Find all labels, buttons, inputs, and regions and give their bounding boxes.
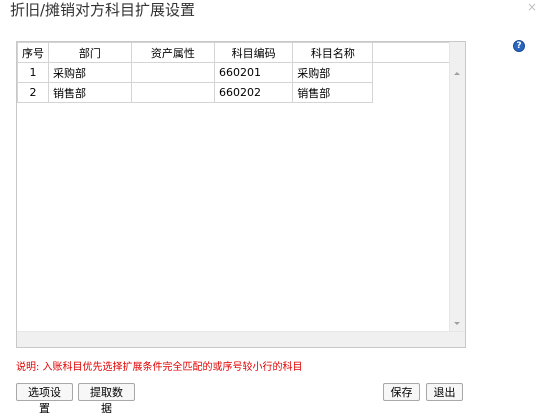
grid-header-row: 序号 部门 资产属性 科目编码 科目名称 [17, 42, 451, 63]
cell-code[interactable]: 660202 [213, 82, 294, 103]
cell-name[interactable]: 销售部 [292, 82, 374, 103]
col-header-code[interactable]: 科目编码 [213, 42, 294, 63]
fetch-data-button[interactable]: 提取数据 [78, 383, 135, 413]
dialog: 折旧/摊销对方科目扩展设置 × ? 序号 部门 资产属性 科目编码 科目名称 1… [0, 0, 543, 413]
cell-code[interactable]: 660201 [213, 62, 294, 83]
vertical-scrollbar[interactable] [449, 42, 465, 331]
grid-table: 序号 部门 资产属性 科目编码 科目名称 1 采购部 660201 采购部 2 … [17, 42, 451, 103]
table-row[interactable]: 2 销售部 660202 销售部 [17, 82, 452, 103]
save-button[interactable]: 保存 [383, 383, 420, 401]
dialog-title: 折旧/摊销对方科目扩展设置 [10, 1, 196, 19]
cell-name[interactable]: 采购部 [292, 62, 374, 83]
exit-button[interactable]: 退出 [426, 383, 463, 401]
cell-dept[interactable]: 采购部 [48, 62, 132, 83]
account-grid: 序号 部门 资产属性 科目编码 科目名称 1 采购部 660201 采购部 2 … [16, 41, 466, 348]
col-header-dept[interactable]: 部门 [48, 42, 132, 63]
cell-asset-attr[interactable] [130, 62, 215, 83]
cell-dept[interactable]: 销售部 [48, 82, 132, 103]
cell-seq[interactable]: 1 [17, 62, 49, 83]
grid-body: 序号 部门 资产属性 科目编码 科目名称 1 采购部 660201 采购部 2 … [17, 42, 451, 331]
cell-filler [373, 83, 451, 103]
cell-seq[interactable]: 2 [17, 82, 49, 103]
cell-asset-attr[interactable] [130, 82, 215, 103]
horizontal-scrollbar[interactable] [17, 331, 465, 347]
note-text: 说明: 入账科目优先选择扩展条件完全匹配的或序号较小行的科目 [16, 362, 303, 373]
cell-filler [373, 63, 451, 83]
col-header-asset-attr[interactable]: 资产属性 [130, 42, 215, 63]
close-button[interactable]: × [527, 0, 537, 14]
col-header-seq[interactable]: 序号 [17, 42, 49, 63]
table-row[interactable]: 1 采购部 660201 采购部 [17, 62, 452, 83]
help-icon[interactable]: ? [513, 40, 525, 52]
col-header-name[interactable]: 科目名称 [292, 42, 374, 63]
col-header-filler [372, 42, 451, 63]
scroll-down-icon[interactable] [454, 322, 460, 325]
scroll-up-icon[interactable] [454, 72, 460, 75]
options-settings-button[interactable]: 选项设置 [16, 383, 73, 413]
